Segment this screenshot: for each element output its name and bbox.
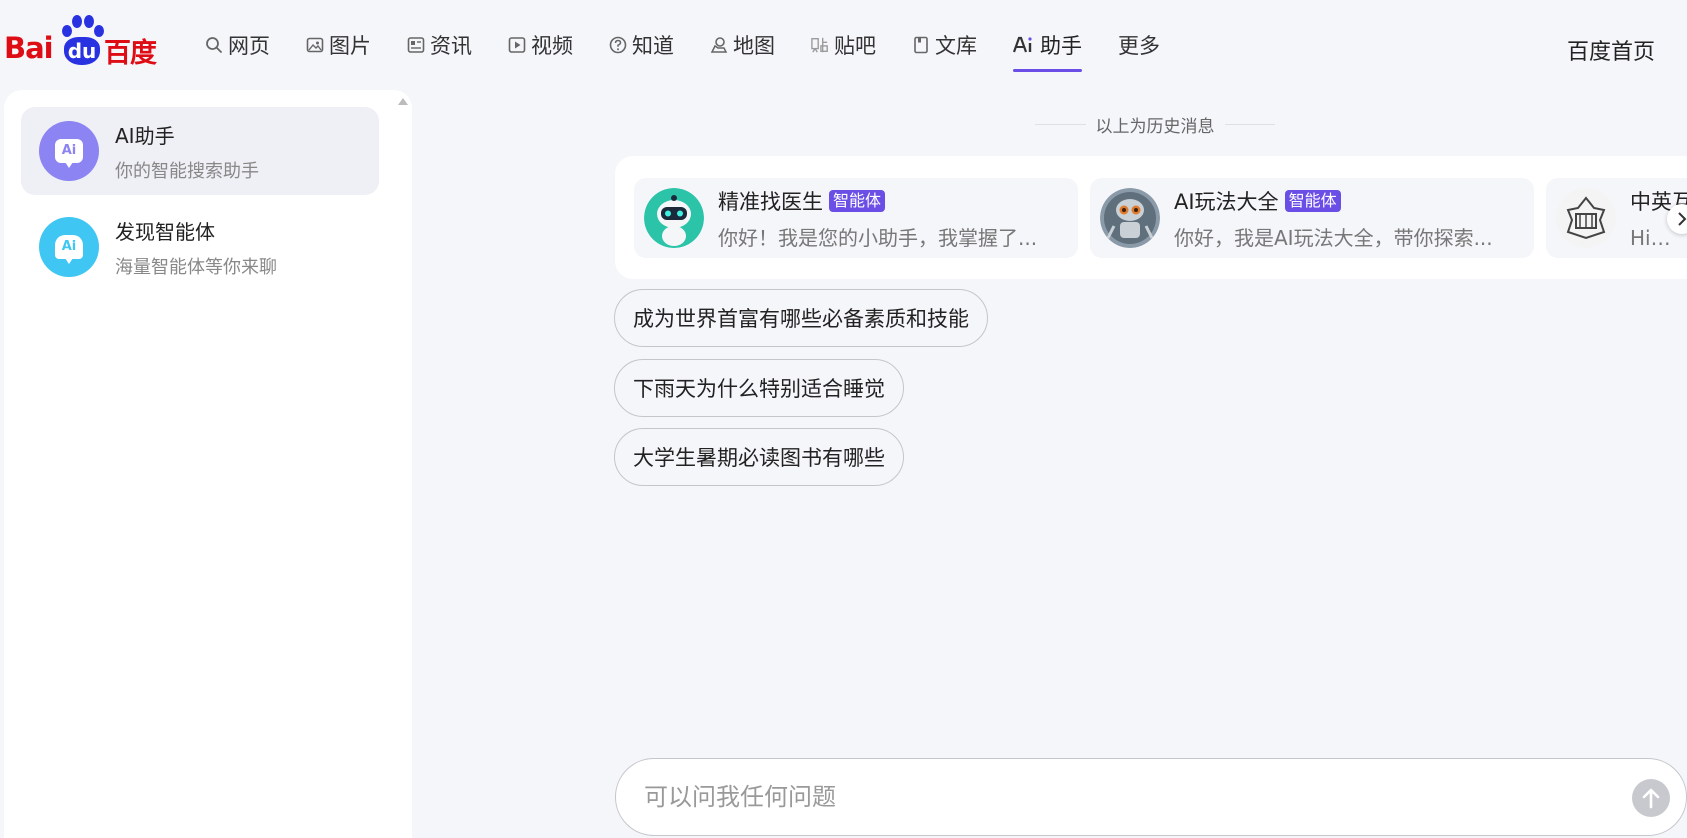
ai-assistant-icon: Ai: [39, 121, 99, 181]
search-icon: [205, 36, 223, 54]
video-icon: [508, 36, 526, 54]
nav-assistant[interactable]: 助手: [1013, 28, 1082, 72]
ai-icon: [1013, 36, 1035, 54]
nav-web[interactable]: 网页: [205, 28, 270, 62]
baidu-home-link[interactable]: 百度首页: [1567, 34, 1655, 66]
question-icon: [609, 36, 627, 54]
sidebar-item-title: AI助手: [115, 123, 175, 148]
nav-zhidao[interactable]: 知道: [609, 28, 674, 62]
logo-text-du: du: [64, 37, 100, 65]
sidebar-item-discover-agents[interactable]: Ai 发现智能体 海量智能体等你来聊: [21, 203, 379, 291]
agent-desc: 你好，我是AI玩法大全，带你探索...: [1174, 225, 1493, 250]
arrow-up-icon: [1642, 788, 1660, 809]
agent-card[interactable]: AI玩法大全 智能体 你好，我是AI玩法大全，带你探索...: [1090, 178, 1534, 258]
discover-agent-icon: Ai: [39, 217, 99, 277]
nav-web-label: 网页: [228, 34, 270, 58]
nav-more[interactable]: 更多: [1118, 28, 1160, 62]
nav-map[interactable]: 地图: [710, 28, 775, 62]
nav-images-label: 图片: [329, 34, 371, 58]
agent-card[interactable]: 精准找医生 智能体 你好！我是您的小助手，我掌握了...: [634, 178, 1078, 258]
emblem-avatar: [1556, 188, 1616, 248]
map-pin-icon: [710, 36, 728, 54]
sidebar: Ai AI助手 你的智能搜索助手 Ai 发现智能体 海量智能体等你来聊: [4, 90, 412, 838]
nav-zhidao-label: 知道: [632, 34, 674, 58]
top-nav: 网页 图片 资讯 视频 知道 地图 贴吧 文库 助手 更多: [205, 28, 1196, 72]
sidebar-item-subtitle: 海量智能体等你来聊: [115, 256, 277, 278]
baidu-logo[interactable]: Bai du 百度: [4, 15, 160, 69]
history-separator: 以上为历史消息: [1035, 112, 1275, 137]
agent-name: 精准找医生: [718, 189, 823, 214]
suggestion-chip[interactable]: 下雨天为什么特别适合睡觉: [614, 359, 904, 417]
news-icon: [407, 36, 425, 54]
top-header: Bai du 百度 网页 图片 资讯 视频 知道 地图 贴吧 文库 助手 更多 …: [0, 0, 1687, 88]
tieba-icon: [811, 36, 829, 54]
logo-text-bai: Bai: [4, 31, 54, 65]
agent-name: AI玩法大全: [1174, 189, 1279, 214]
nav-wenku[interactable]: 文库: [912, 28, 977, 62]
nav-more-label: 更多: [1118, 34, 1160, 58]
agent-carousel: 精准找医生 智能体 你好！我是您的小助手，我掌握了... AI玩法大全 智能体 …: [615, 156, 1687, 279]
nav-wenku-label: 文库: [935, 34, 977, 58]
sidebar-item-subtitle: 你的智能搜索助手: [115, 160, 259, 182]
nav-video[interactable]: 视频: [508, 28, 573, 62]
robot-doctor-avatar: [644, 188, 704, 248]
nav-tieba[interactable]: 贴吧: [811, 28, 876, 62]
chat-input[interactable]: [644, 777, 1604, 817]
agent-tag: 智能体: [1284, 189, 1341, 212]
paw-icon: du: [60, 15, 104, 67]
logo-text-baidu-cn: 百度: [104, 38, 157, 69]
history-label: 以上为历史消息: [1095, 116, 1215, 137]
nav-images[interactable]: 图片: [306, 28, 371, 62]
robot-avatar: [1100, 188, 1160, 248]
document-icon: [912, 36, 930, 54]
scroll-up-arrow[interactable]: [398, 98, 408, 105]
sidebar-item-ai-assistant[interactable]: Ai AI助手 你的智能搜索助手: [21, 107, 379, 195]
nav-video-label: 视频: [531, 34, 573, 58]
nav-tieba-label: 贴吧: [834, 34, 876, 58]
suggestion-chip[interactable]: 大学生暑期必读图书有哪些: [614, 428, 904, 486]
nav-news[interactable]: 资讯: [407, 28, 472, 62]
agent-desc: 你好！我是您的小助手，我掌握了...: [718, 225, 1038, 250]
image-icon: [306, 36, 324, 54]
sidebar-item-title: 发现智能体: [115, 219, 215, 244]
send-button[interactable]: [1632, 779, 1670, 817]
agent-tag: 智能体: [829, 189, 886, 212]
nav-news-label: 资讯: [430, 34, 472, 58]
nav-map-label: 地图: [733, 34, 775, 58]
chat-input-box: [615, 758, 1687, 836]
suggestion-chip[interactable]: 成为世界首富有哪些必备素质和技能: [614, 289, 988, 347]
nav-assistant-label: 助手: [1040, 34, 1082, 58]
agent-card[interactable]: 中英互 Hi，我: [1546, 178, 1687, 258]
